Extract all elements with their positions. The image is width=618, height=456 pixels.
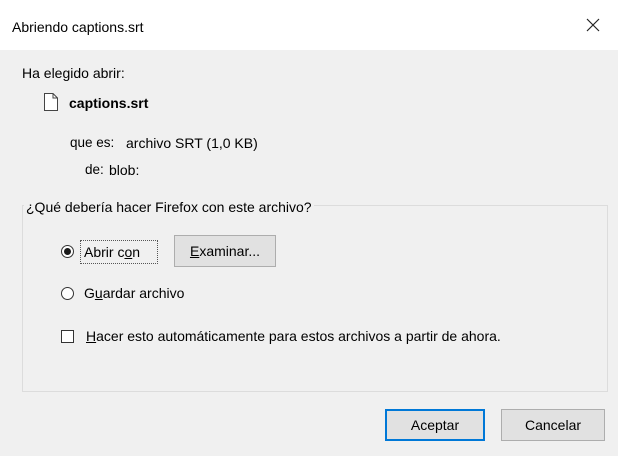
action-group-legend: ¿Qué debería hacer Firefox con este arch… [24, 199, 314, 215]
cancel-button[interactable]: Cancelar [501, 409, 605, 441]
open-with-radio[interactable] [61, 245, 74, 258]
window-title: Abriendo captions.srt [12, 19, 144, 35]
document-icon [44, 93, 58, 111]
save-file-radio[interactable] [61, 287, 74, 300]
save-file-label[interactable]: Guardar archivo [84, 285, 184, 301]
accept-button-label: Aceptar [410, 417, 460, 433]
intro-label: Ha elegido abrir: [22, 65, 125, 81]
open-with-label[interactable]: Abrir con [84, 244, 140, 260]
file-name: captions.srt [69, 95, 149, 111]
file-source-label: de: [85, 162, 104, 177]
close-icon [586, 18, 600, 32]
browse-button-label: Examinar... [189, 243, 261, 259]
browse-button[interactable]: Examinar... [174, 235, 276, 267]
close-button[interactable] [582, 14, 604, 36]
file-type-label: que es: [70, 135, 115, 150]
file-source-value: blob: [109, 162, 140, 178]
title-bar: Abriendo captions.srt [0, 0, 618, 50]
file-type-value: archivo SRT (1,0 KB) [126, 135, 258, 151]
radio-selected-dot [64, 248, 71, 255]
auto-action-checkbox[interactable] [61, 330, 74, 343]
accept-button[interactable]: Aceptar [385, 409, 485, 441]
auto-action-label[interactable]: Hacer esto automáticamente para estos ar… [86, 328, 501, 344]
cancel-button-label: Cancelar [524, 417, 582, 433]
